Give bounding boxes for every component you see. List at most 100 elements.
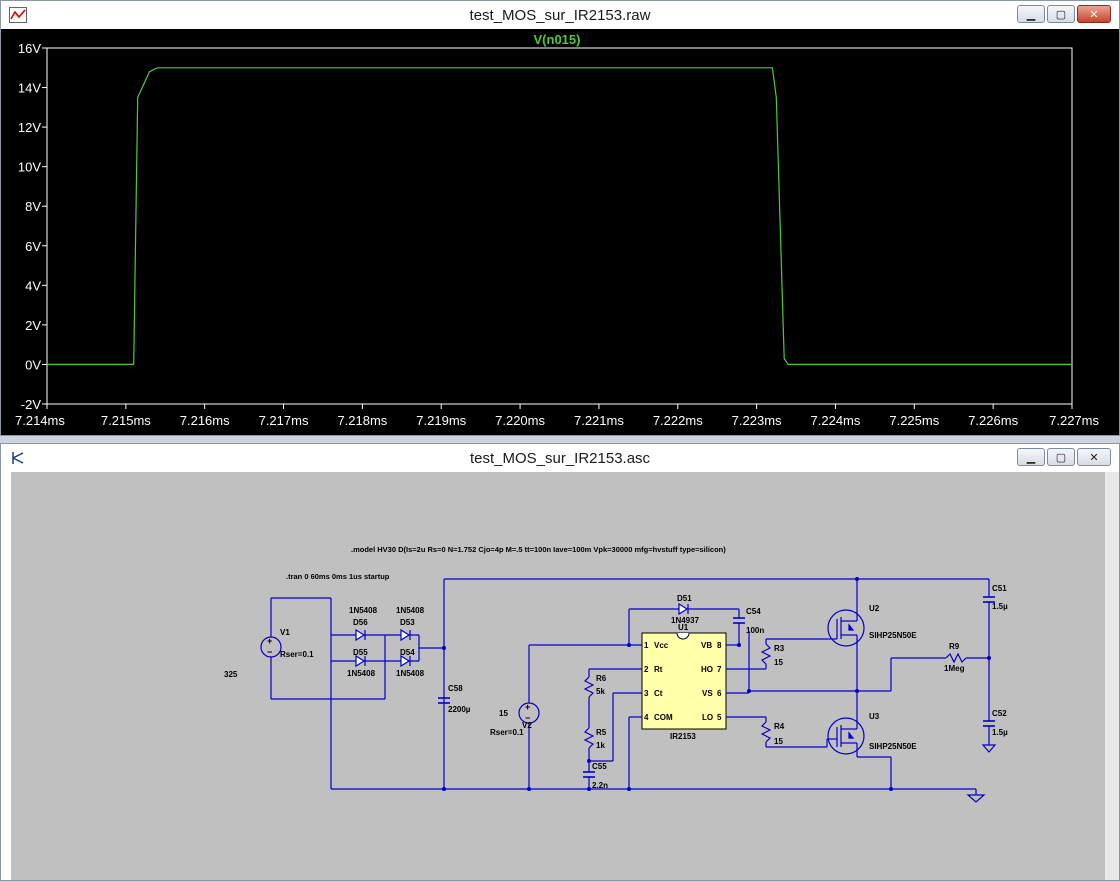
x-tick-label: 7.227ms: [1049, 413, 1099, 428]
pin4-number: 4: [644, 713, 649, 722]
pin8-number: 8: [717, 641, 722, 650]
model-directive[interactable]: .model HV30 D(Is=2u Rs=0 N=1.752 Cjo=4p …: [351, 545, 726, 554]
v1-value: 325: [224, 670, 238, 679]
c55-label: C55: [592, 762, 607, 771]
maximize-button[interactable]: ▢: [1047, 5, 1075, 23]
svg-text:−: −: [267, 647, 272, 657]
d51-model: 1N4937: [671, 616, 700, 625]
y-tick-label: 10V: [18, 160, 41, 175]
schematic-close-button[interactable]: ✕: [1077, 448, 1111, 466]
axes: [42, 47, 1073, 409]
r6-label: R6: [596, 674, 607, 683]
d56-label: D56: [353, 618, 368, 627]
r4-label: R4: [774, 722, 785, 731]
svg-text:+: +: [525, 702, 530, 712]
pin3-name: Ct: [654, 689, 663, 698]
y-tick-label: 6V: [25, 239, 41, 254]
u3-model: SIHP25N50E: [869, 742, 917, 751]
schematic-maximize-button[interactable]: ▢: [1047, 448, 1075, 466]
c52-value: 1.5µ: [992, 728, 1008, 737]
r9-value: 1Meg: [944, 664, 965, 673]
x-tick-label: 7.221ms: [574, 413, 624, 428]
c55-value: 2.2n: [592, 781, 608, 790]
schematic-window-title: test_MOS_sur_IR2153.asc: [469, 450, 651, 467]
x-tick-label: 7.223ms: [732, 413, 782, 428]
v2-value: 15: [499, 709, 508, 718]
c54-label: C54: [746, 607, 761, 616]
y-tick-label: -2V: [21, 397, 42, 412]
schematic-window[interactable]: test_MOS_sur_IR2153.asc ▁ ▢ ✕ .model HV3…: [0, 443, 1120, 881]
r5-value: 1k: [596, 741, 605, 750]
svg-text:+: +: [267, 636, 272, 646]
pin5-name: LO: [702, 713, 713, 722]
r3-value: 15: [774, 658, 783, 667]
x-tick-label: 7.220ms: [495, 413, 545, 428]
d54-model: 1N5408: [396, 669, 425, 678]
u2-label: U2: [869, 604, 880, 613]
schematic-titlebar[interactable]: test_MOS_sur_IR2153.asc ▁ ▢ ✕: [1, 444, 1119, 472]
x-tick-label: 7.225ms: [889, 413, 939, 428]
u2-model: SIHP25N50E: [869, 631, 917, 640]
ground-symbol[interactable]: [966, 789, 986, 803]
c58-value: 2200µ: [448, 705, 471, 714]
schematic-scrollbar[interactable]: [1105, 472, 1119, 880]
x-tick-label: 7.217ms: [259, 413, 309, 428]
pin6-name: VS: [702, 689, 713, 698]
schematic-drawing[interactable]: .model HV30 D(Is=2u Rs=0 N=1.752 Cjo=4p …: [11, 472, 1111, 882]
waveform-plot[interactable]: V(n015) 16V 14V 12V 10V 8V 6V 4V 2V 0V -2V7.214ms…: [1, 29, 1119, 436]
bridge-rectifier[interactable]: [330, 598, 444, 789]
d53-label: D53: [400, 618, 415, 627]
pin8-name: VB: [701, 641, 712, 650]
r6-value: 5k: [596, 687, 605, 696]
x-tick-label: 7.216ms: [180, 413, 230, 428]
u1-name: IR2153: [670, 732, 696, 741]
schematic-minimize-button[interactable]: ▁: [1017, 448, 1045, 466]
pin7-number: 7: [717, 665, 722, 674]
x-tick-label: 7.214ms: [15, 413, 65, 428]
x-tick-label: 7.218ms: [337, 413, 387, 428]
y-tick-label: 16V: [18, 41, 41, 56]
waveform-window[interactable]: test_MOS_sur_IR2153.raw ▁ ▢ ✕ V(n015) 16…: [0, 0, 1120, 436]
d55-model: 1N5408: [347, 669, 376, 678]
v1-label: V1: [280, 628, 290, 637]
mosfet-u2[interactable]: [827, 579, 865, 691]
waveform-window-title: test_MOS_sur_IR2153.raw: [469, 7, 651, 24]
r9-label: R9: [949, 642, 960, 651]
x-tick-label: 7.215ms: [101, 413, 151, 428]
tick-labels: 16V 14V 12V 10V 8V 6V 4V 2V 0V -2V7.214ms 7.215ms 7…: [15, 41, 1099, 428]
u3-label: U3: [869, 712, 880, 721]
y-tick-label: 12V: [18, 120, 41, 135]
pin5-number: 5: [717, 713, 722, 722]
pin2-name: Rt: [654, 665, 663, 674]
trace-v-n015[interactable]: [47, 67, 1072, 365]
pin6-number: 6: [717, 689, 722, 698]
c52-label: C52: [992, 709, 1007, 718]
d55-label: D55: [353, 648, 368, 657]
c51-label: C51: [992, 584, 1007, 593]
d54-label: D54: [400, 648, 415, 657]
pin1-name: Vcc: [654, 641, 669, 650]
x-tick-label: 7.226ms: [968, 413, 1018, 428]
d56-model: 1N5408: [349, 606, 378, 615]
mosfet-u3[interactable]: [827, 691, 892, 789]
schematic-canvas[interactable]: .model HV30 D(Is=2u Rs=0 N=1.752 Cjo=4p …: [11, 472, 1109, 880]
close-button[interactable]: ✕: [1077, 5, 1111, 23]
waveform-titlebar[interactable]: test_MOS_sur_IR2153.raw ▁ ▢ ✕: [1, 1, 1119, 29]
c58-label: C58: [448, 684, 463, 693]
x-tick-label: 7.222ms: [653, 413, 703, 428]
r5-label: R5: [596, 728, 607, 737]
pin3-number: 3: [644, 689, 649, 698]
x-tick-label: 7.224ms: [811, 413, 861, 428]
trace-label[interactable]: V(n015): [534, 32, 581, 47]
plot-frame: [46, 47, 1073, 405]
y-tick-label: 14V: [18, 81, 41, 96]
tran-directive[interactable]: .tran 0 60ms 0ms 1us startup: [286, 572, 390, 581]
plot-area[interactable]: V(n015) 16V 14V 12V 10V 8V 6V 4V 2V 0V -2V 7.214ms…: [1, 29, 1119, 435]
v2-rser: Rser=0.1: [490, 728, 524, 737]
x-tick-label: 7.219ms: [416, 413, 466, 428]
v1-rser: Rser=0.1: [280, 650, 314, 659]
r4-value: 15: [774, 737, 783, 746]
v2-source[interactable]: + −: [518, 644, 642, 789]
minimize-button[interactable]: ▁: [1017, 5, 1045, 23]
y-tick-label: 8V: [25, 199, 41, 214]
